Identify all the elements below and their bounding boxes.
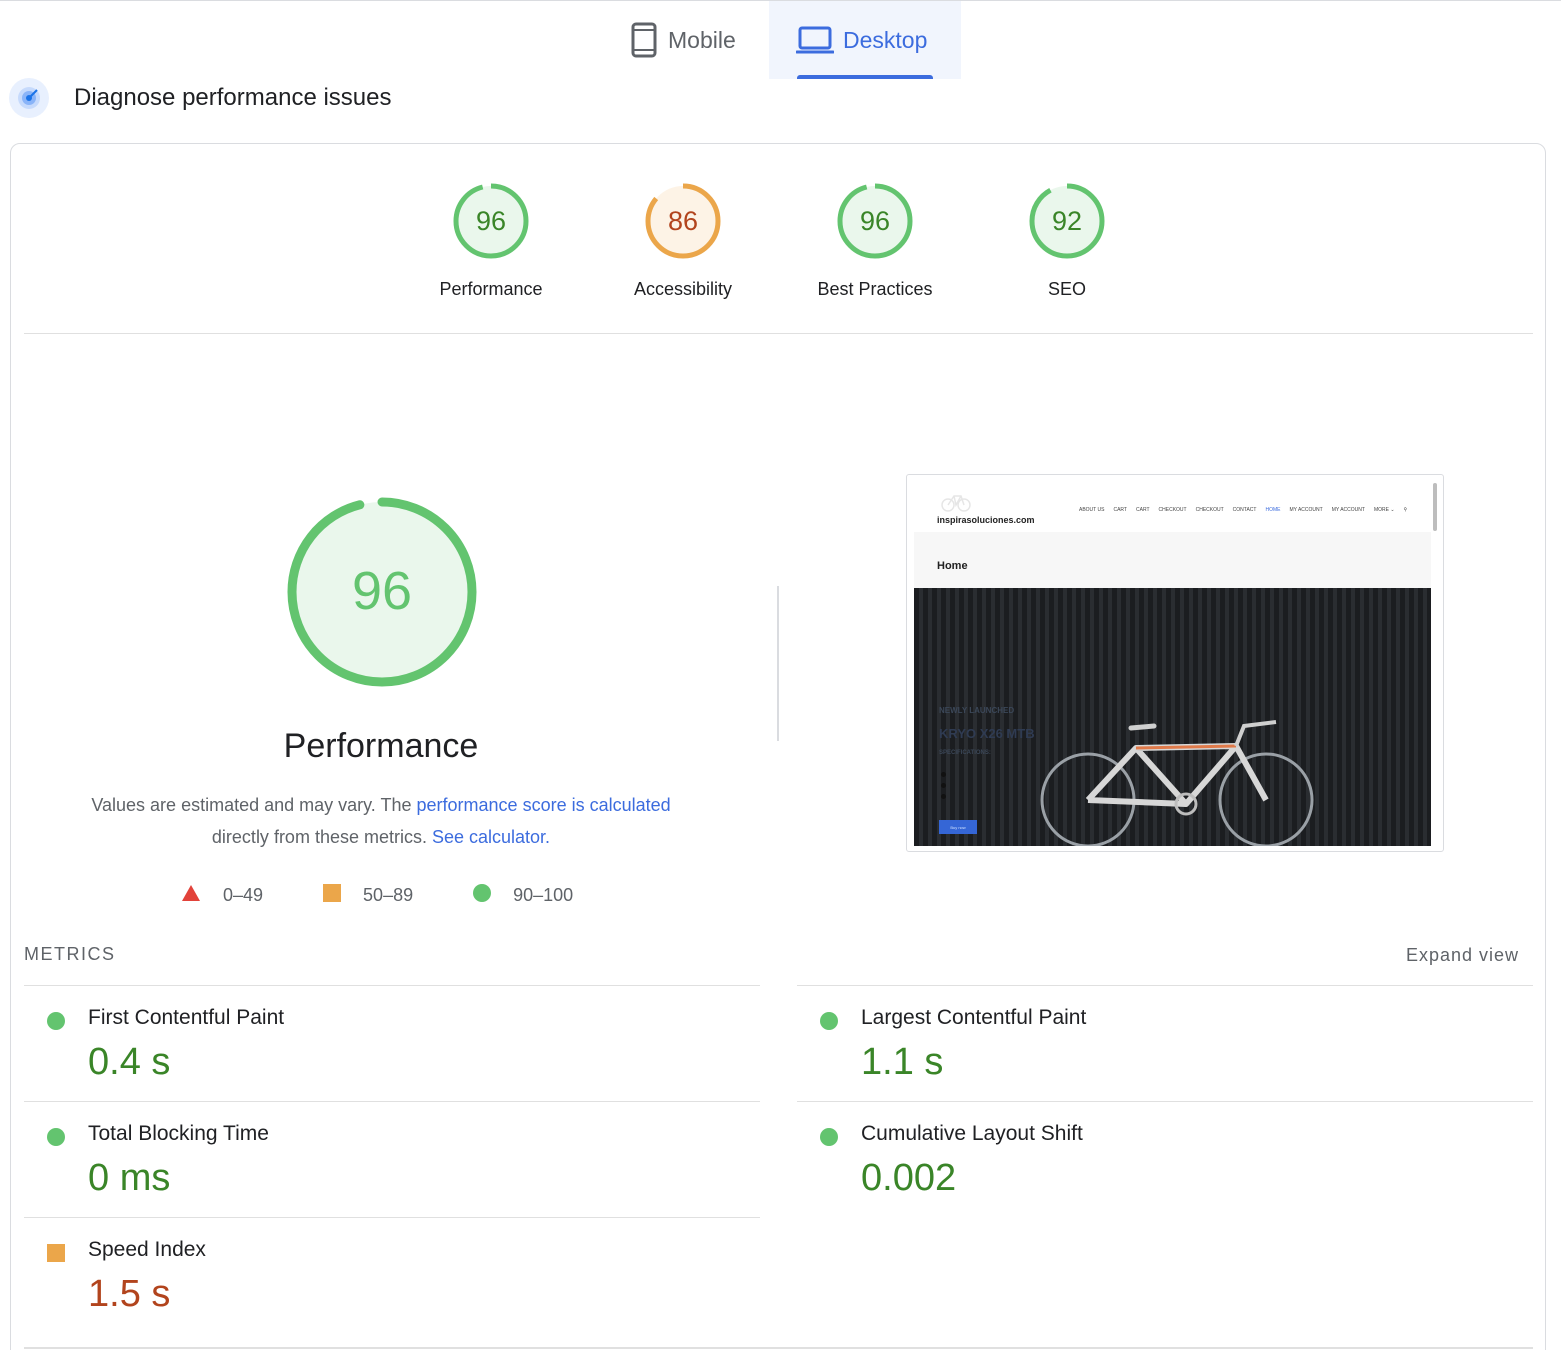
page-screenshot[interactable]: inspirasoluciones.com ABOUT US CART CART… <box>906 474 1444 852</box>
score-gauges: 96 Performance 86 Accessibility 96 Best … <box>11 181 1547 311</box>
active-tab-indicator <box>797 75 933 79</box>
square-icon <box>323 883 342 907</box>
hero-kicker: NEWLY LAUNCHED <box>939 706 1015 715</box>
hero-buy-button: Buy now <box>939 820 977 834</box>
gauge-score: 96 <box>476 206 506 236</box>
screenshot-nav-item: CHECKOUT <box>1158 507 1187 513</box>
vertical-divider <box>777 586 779 741</box>
performance-score-large: 96 <box>352 561 412 621</box>
performance-title: Performance <box>283 727 479 765</box>
screenshot-nav-item: CHECKOUT <box>1195 507 1224 513</box>
tab-mobile[interactable]: Mobile <box>610 1 768 79</box>
expand-view-button[interactable]: Expand view <box>1406 945 1519 966</box>
circle-icon <box>473 883 492 907</box>
metric-value: 0 ms <box>88 1157 171 1199</box>
bicycle-logo-icon <box>941 492 971 517</box>
screenshot-brand: inspirasoluciones.com <box>937 515 1035 525</box>
gauge-ring: 96 <box>837 183 913 259</box>
tab-desktop-label: Desktop <box>843 26 928 53</box>
good-status-icon <box>46 1127 66 1152</box>
device-tabs: Mobile Desktop <box>0 1 1561 79</box>
screenshot-nav: ABOUT US CART CART CHECKOUT CHECKOUT CON… <box>1079 507 1407 513</box>
metric-fcp: First Contentful Paint 0.4 s <box>24 985 760 1101</box>
desc-text: Values are estimated and may vary. The <box>91 795 417 815</box>
screenshot-nav-item: MY ACCOUNT <box>1289 507 1323 513</box>
section-title: Diagnose performance issues <box>74 84 392 111</box>
laptop-icon <box>795 20 835 60</box>
metric-cls: Cumulative Layout Shift 0.002 <box>797 1101 1533 1217</box>
gauge-score: 96 <box>860 206 890 236</box>
screenshot-nav-item: CONTACT <box>1232 507 1257 513</box>
gauge-label: SEO <box>1047 279 1086 299</box>
speedometer-icon <box>9 78 49 118</box>
tab-mobile-label: Mobile <box>668 26 736 53</box>
bottom-divider <box>24 1347 1533 1349</box>
metric-name: Largest Contentful Paint <box>861 1006 1087 1029</box>
report-card: 96 Performance 86 Accessibility 96 Best … <box>10 143 1546 1350</box>
gauge-ring: 96 <box>453 183 529 259</box>
gauge-score: 92 <box>1052 206 1082 236</box>
gauge-ring: 92 <box>1029 183 1105 259</box>
metric-name: Cumulative Layout Shift <box>861 1122 1083 1145</box>
screenshot-nav-item: ABOUT US <box>1079 507 1105 513</box>
screenshot-nav-item: MY ACCOUNT <box>1331 507 1365 513</box>
performance-gauge-large: 96 <box>284 494 480 690</box>
screenshot-nav-item: CART <box>1113 507 1127 513</box>
metrics-header: METRICS <box>24 944 116 964</box>
metric-value: 1.1 s <box>861 1041 944 1083</box>
score-legend: 0–49 50–89 90–100 <box>181 883 574 907</box>
metric-value: 1.5 s <box>88 1273 171 1315</box>
good-status-icon <box>819 1127 839 1152</box>
gauge-accessibility[interactable]: 86 Accessibility <box>608 181 758 300</box>
average-status-icon <box>46 1243 66 1268</box>
screenshot-page-title: Home <box>937 560 968 572</box>
metric-value: 0.002 <box>861 1157 957 1199</box>
hero-title: KRYO X26 MTB <box>939 726 1035 741</box>
score-calculation-link[interactable]: performance score is calculated <box>417 795 671 815</box>
gauge-best-practices[interactable]: 96 Best Practices <box>800 181 950 300</box>
legend-range: 0–49 <box>223 884 264 905</box>
screenshot-nav-item: MORE ⌄ <box>1373 507 1395 513</box>
see-calculator-link[interactable]: See calculator. <box>432 827 550 847</box>
gauge-seo[interactable]: 92 SEO <box>992 181 1142 300</box>
section-heading: Diagnose performance issues <box>9 78 392 118</box>
legend-range: 50–89 <box>363 884 414 905</box>
hero-bullets <box>941 772 946 805</box>
hero-spec: SPECIFICATIONS: <box>939 750 991 756</box>
tab-desktop[interactable]: Desktop <box>769 1 961 79</box>
performance-description: Values are estimated and may vary. The p… <box>51 789 711 853</box>
search-icon: ⚲ <box>1403 507 1408 513</box>
bicycle-image <box>1040 720 1314 846</box>
legend-item-poor: 0–49 <box>181 884 263 907</box>
legend-item-average: 50–89 <box>323 883 414 907</box>
legend-range: 90–100 <box>513 884 574 905</box>
desc-text-2: directly from these metrics. <box>211 827 432 847</box>
legend-item-good: 90–100 <box>473 883 574 907</box>
screenshot-content: inspirasoluciones.com ABOUT US CART CART… <box>914 482 1431 846</box>
good-status-icon <box>46 1011 66 1036</box>
screenshot-scrollbar <box>1433 483 1437 531</box>
metric-name: Speed Index <box>88 1238 206 1261</box>
metric-lcp: Largest Contentful Paint 1.1 s <box>797 985 1533 1101</box>
good-status-icon <box>819 1011 839 1036</box>
gauge-label: Best Practices <box>817 279 933 299</box>
smartphone-icon <box>624 20 664 60</box>
triangle-icon <box>181 884 201 907</box>
screenshot-title-band: Home <box>914 532 1431 588</box>
metric-name: Total Blocking Time <box>88 1122 269 1145</box>
gauge-label: Accessibility <box>633 279 733 299</box>
gauge-ring: 86 <box>645 183 721 259</box>
divider <box>24 333 1533 334</box>
gauge-score: 86 <box>668 206 698 236</box>
screenshot-nav-item: CART <box>1136 507 1150 513</box>
screenshot-nav-item: HOME <box>1265 507 1281 513</box>
metric-tbt: Total Blocking Time 0 ms <box>24 1101 760 1217</box>
metric-value: 0.4 s <box>88 1041 171 1083</box>
gauge-performance[interactable]: 96 Performance <box>416 181 566 300</box>
screenshot-hero: NEWLY LAUNCHED KRYO X26 MTB SPECIFICATIO… <box>914 588 1431 846</box>
metric-speed-index: Speed Index 1.5 s <box>24 1217 760 1333</box>
gauge-label: Performance <box>439 279 543 299</box>
metric-name: First Contentful Paint <box>88 1006 285 1029</box>
